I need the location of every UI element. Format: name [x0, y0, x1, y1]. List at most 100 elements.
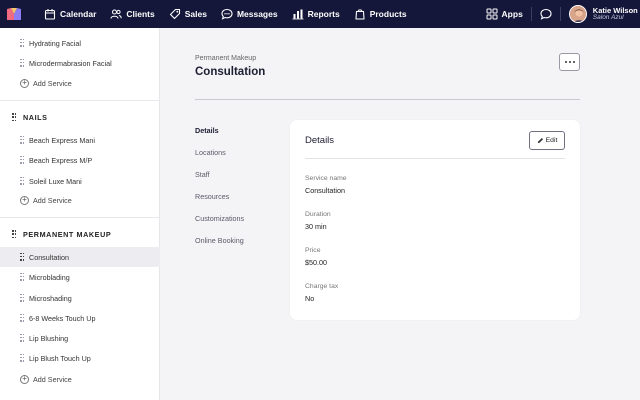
service-item[interactable]: Beach Express M/P: [0, 150, 160, 170]
nav-messages[interactable]: Messages: [221, 0, 278, 28]
user-location: Salon Azul: [592, 13, 624, 21]
tag-icon: [169, 8, 181, 20]
nav-reports[interactable]: Reports: [292, 0, 340, 28]
service-item-label: Lip Blush Touch Up: [29, 353, 91, 363]
service-item[interactable]: Hydrating Facial: [0, 33, 160, 53]
more-options-button[interactable]: [559, 53, 580, 71]
top-navigation-bar: Calendar Clients Sales Messages Reports …: [0, 0, 640, 28]
card-divider: [305, 158, 565, 159]
service-item[interactable]: 6-8 Weeks Touch Up: [0, 308, 160, 328]
nav-messages-label: Messages: [236, 9, 278, 19]
nav-calendar[interactable]: Calendar: [44, 0, 96, 28]
service-item[interactable]: Lip Blush Touch Up: [0, 348, 160, 368]
nav-calendar-label: Calendar: [60, 9, 97, 19]
tab-customizations[interactable]: Customizations: [195, 214, 244, 223]
category-divider: [0, 217, 160, 218]
service-item[interactable]: Lip Blushing: [0, 328, 160, 348]
nav-clients[interactable]: Clients: [110, 0, 155, 28]
add-service-label: Add Service: [33, 374, 72, 384]
page-title: Consultation: [195, 66, 266, 78]
drag-handle-icon[interactable]: [20, 272, 24, 282]
drag-handle-icon[interactable]: [12, 230, 16, 239]
service-item-label: Beach Express M/P: [29, 155, 93, 165]
category-header-permanent-makeup[interactable]: PERMANENT MAKEUP: [12, 230, 111, 239]
nav-apps-label: Apps: [501, 9, 523, 19]
add-service-label: Add Service: [33, 78, 72, 88]
nav-products[interactable]: Products: [354, 0, 407, 28]
nav-divider: [530, 7, 532, 21]
tab-locations[interactable]: Locations: [195, 148, 226, 157]
service-item[interactable]: Soleil Luxe Mani: [0, 171, 160, 191]
service-item-label: Microblading: [29, 272, 70, 282]
drag-handle-icon[interactable]: [20, 293, 24, 303]
drag-handle-icon[interactable]: [20, 38, 24, 48]
bag-icon: [354, 8, 366, 20]
nav-clients-label: Clients: [126, 9, 155, 19]
field-value-duration: 30 min: [305, 222, 327, 231]
service-item[interactable]: Microshading: [0, 288, 160, 308]
service-item-label: Hydrating Facial: [29, 38, 81, 48]
brand-logo-icon: [7, 8, 21, 20]
tab-staff[interactable]: Staff: [195, 170, 210, 179]
plus-circle-icon: +: [20, 374, 29, 384]
header-divider: [195, 99, 580, 100]
drag-handle-icon[interactable]: [20, 333, 24, 343]
users-icon: [110, 8, 123, 20]
add-service-button[interactable]: + Add Service: [20, 372, 72, 386]
drag-handle-icon[interactable]: [20, 313, 24, 323]
service-item[interactable]: Microdermabrasion Facial: [0, 53, 160, 73]
service-sidebar: Hydrating Facial Microdermabrasion Facia…: [0, 28, 160, 400]
drag-handle-icon[interactable]: [20, 176, 24, 186]
nav-products-label: Products: [369, 9, 407, 19]
category-divider: [0, 100, 160, 101]
add-service-button[interactable]: + Add Service: [20, 76, 72, 90]
service-item-label: Consultation: [29, 252, 69, 262]
nav-sales-label: Sales: [184, 9, 207, 19]
tab-online-booking[interactable]: Online Booking: [195, 236, 244, 245]
tab-resources[interactable]: Resources: [195, 192, 229, 201]
nav-sales[interactable]: Sales: [169, 0, 207, 28]
details-card: Details Edit Service name Consultation D…: [290, 120, 580, 320]
chat-icon: [221, 8, 233, 20]
drag-handle-icon[interactable]: [12, 113, 16, 122]
category-header-nails[interactable]: NAILS: [12, 113, 48, 122]
tab-details[interactable]: Details: [195, 126, 219, 135]
apps-grid-icon: [486, 8, 498, 20]
nav-divider: [559, 7, 561, 21]
drag-handle-icon[interactable]: [20, 135, 24, 145]
field-value-price: $50.00: [305, 258, 327, 267]
nav-reports-label: Reports: [307, 9, 340, 19]
speech-bubble-icon: [540, 8, 552, 20]
service-item-label: 6-8 Weeks Touch Up: [29, 313, 96, 323]
edit-button[interactable]: Edit: [529, 131, 565, 150]
field-value-charge-tax: No: [305, 294, 315, 303]
add-service-label: Add Service: [33, 195, 72, 205]
drag-handle-icon[interactable]: [20, 252, 24, 262]
chat-button[interactable]: [540, 0, 552, 28]
breadcrumb[interactable]: Permanent Makeup: [195, 55, 256, 62]
service-item-label: Soleil Luxe Mani: [29, 176, 82, 186]
field-value-service-name: Consultation: [305, 186, 345, 195]
user-menu[interactable]: Katie Wilson Salon Azul: [568, 5, 638, 23]
field-label: Duration: [305, 211, 331, 218]
category-title: PERMANENT MAKEUP: [23, 230, 112, 239]
nav-apps[interactable]: Apps: [486, 0, 523, 28]
field-label: Service name: [305, 175, 347, 182]
service-item-active[interactable]: Consultation: [0, 247, 160, 267]
service-item[interactable]: Beach Express Mani: [0, 130, 160, 150]
category-title: NAILS: [23, 113, 48, 122]
drag-handle-icon[interactable]: [20, 155, 24, 165]
avatar: [568, 5, 587, 23]
drag-handle-icon[interactable]: [20, 58, 24, 68]
brand-logo[interactable]: [0, 0, 28, 28]
drag-handle-icon[interactable]: [20, 353, 24, 363]
field-label: Charge tax: [305, 283, 339, 290]
edit-button-label: Edit: [545, 137, 558, 144]
service-item-label: Microdermabrasion Facial: [29, 58, 112, 68]
ellipsis-icon: [564, 61, 567, 63]
bar-chart-icon: [292, 8, 304, 20]
service-item[interactable]: Microblading: [0, 267, 160, 287]
calendar-icon: [44, 8, 56, 20]
service-item-label: Beach Express Mani: [29, 135, 95, 145]
add-service-button[interactable]: + Add Service: [20, 193, 72, 207]
